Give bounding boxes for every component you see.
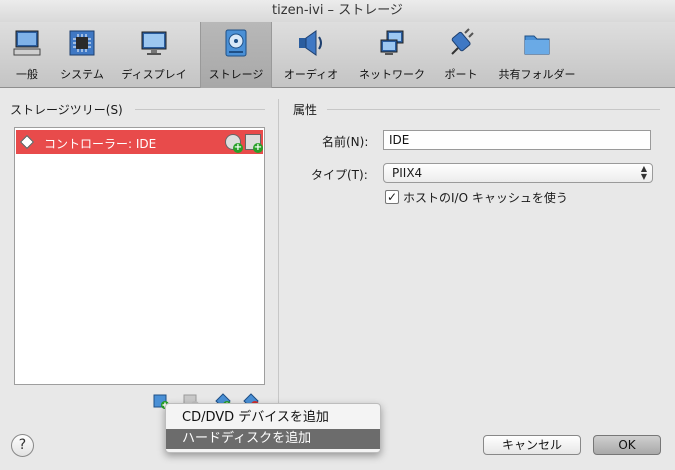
help-button[interactable]: ?	[11, 434, 34, 457]
toolbar-item-ports[interactable]: ポート	[436, 22, 486, 88]
storage-tree-header: ストレージツリー(S)	[10, 103, 123, 117]
toolbar-item-network[interactable]: ネットワーク	[354, 22, 430, 88]
tree-item-ide-controller[interactable]: コントローラー: IDE	[16, 130, 263, 154]
preferences-toolbar: 一般 システム ディスプレイ ストレージ オーディオ ネットワーク ポート 共有…	[0, 22, 675, 88]
toolbar-item-system[interactable]: システム	[56, 22, 108, 88]
toolbar-item-audio[interactable]: オーディオ	[280, 22, 342, 88]
type-select-value: PIIX4	[392, 166, 423, 180]
speaker-icon	[299, 30, 322, 56]
tree-item-label: コントローラー: IDE	[44, 137, 157, 151]
storage-tree[interactable]: コントローラー: IDE	[14, 127, 265, 385]
menu-item-add-hard-disk[interactable]: ハードディスクを追加	[166, 429, 380, 449]
controller-icon	[19, 134, 35, 150]
menu-item-add-cd-dvd[interactable]: CD/DVD デバイスを追加	[166, 408, 380, 428]
monitor-icon	[13, 30, 41, 56]
window-title: tizen-ivi – ストレージ	[0, 0, 675, 22]
type-select[interactable]: PIIX4 ▲ ▼	[383, 163, 653, 183]
display-icon	[141, 31, 167, 55]
name-label: 名前(N):	[322, 135, 369, 149]
folder-icon	[524, 35, 550, 55]
toolbar-item-shared-folders[interactable]: 共有フォルダー	[496, 22, 578, 88]
toolbar-item-display[interactable]: ディスプレイ	[118, 22, 190, 88]
toolbar-label-general: 一般	[16, 68, 38, 81]
toolbar-label-ports: ポート	[444, 68, 478, 81]
storage-disk-icon	[225, 29, 247, 57]
network-icon	[380, 30, 404, 55]
toolbar-item-general[interactable]: 一般	[2, 22, 52, 88]
add-hard-disk-icon[interactable]	[245, 134, 263, 153]
toolbar-label-storage: ストレージ	[208, 68, 264, 81]
toolbar-label-shared-folders: 共有フォルダー	[498, 68, 576, 81]
toolbar-label-display: ディスプレイ	[121, 68, 187, 81]
storage-tree-header-separator	[135, 109, 265, 110]
pane-divider	[278, 99, 279, 429]
add-attachment-popup-menu: CD/DVD デバイスを追加 ハードディスクを追加	[165, 403, 381, 453]
host-io-cache-label[interactable]: ホストのI/O キャッシュを使う	[403, 189, 568, 206]
host-io-cache-checkbox[interactable]: ✓	[385, 190, 399, 204]
port-plug-icon	[451, 28, 474, 55]
toolbar-label-audio: オーディオ	[283, 68, 339, 81]
type-label: タイプ(T):	[311, 168, 368, 182]
up-down-arrows-icon: ▲ ▼	[640, 164, 647, 181]
toolbar-label-network: ネットワーク	[359, 68, 425, 81]
ok-button[interactable]: OK	[593, 435, 661, 455]
name-field[interactable]: IDE	[383, 130, 651, 150]
attributes-header-separator	[327, 109, 660, 110]
cancel-button[interactable]: キャンセル	[483, 435, 581, 455]
attributes-header: 属性	[293, 103, 318, 117]
chip-icon	[69, 30, 95, 56]
toolbar-item-storage[interactable]: ストレージ	[200, 22, 272, 88]
toolbar-label-system: システム	[60, 68, 104, 81]
add-optical-drive-icon[interactable]	[225, 134, 243, 153]
